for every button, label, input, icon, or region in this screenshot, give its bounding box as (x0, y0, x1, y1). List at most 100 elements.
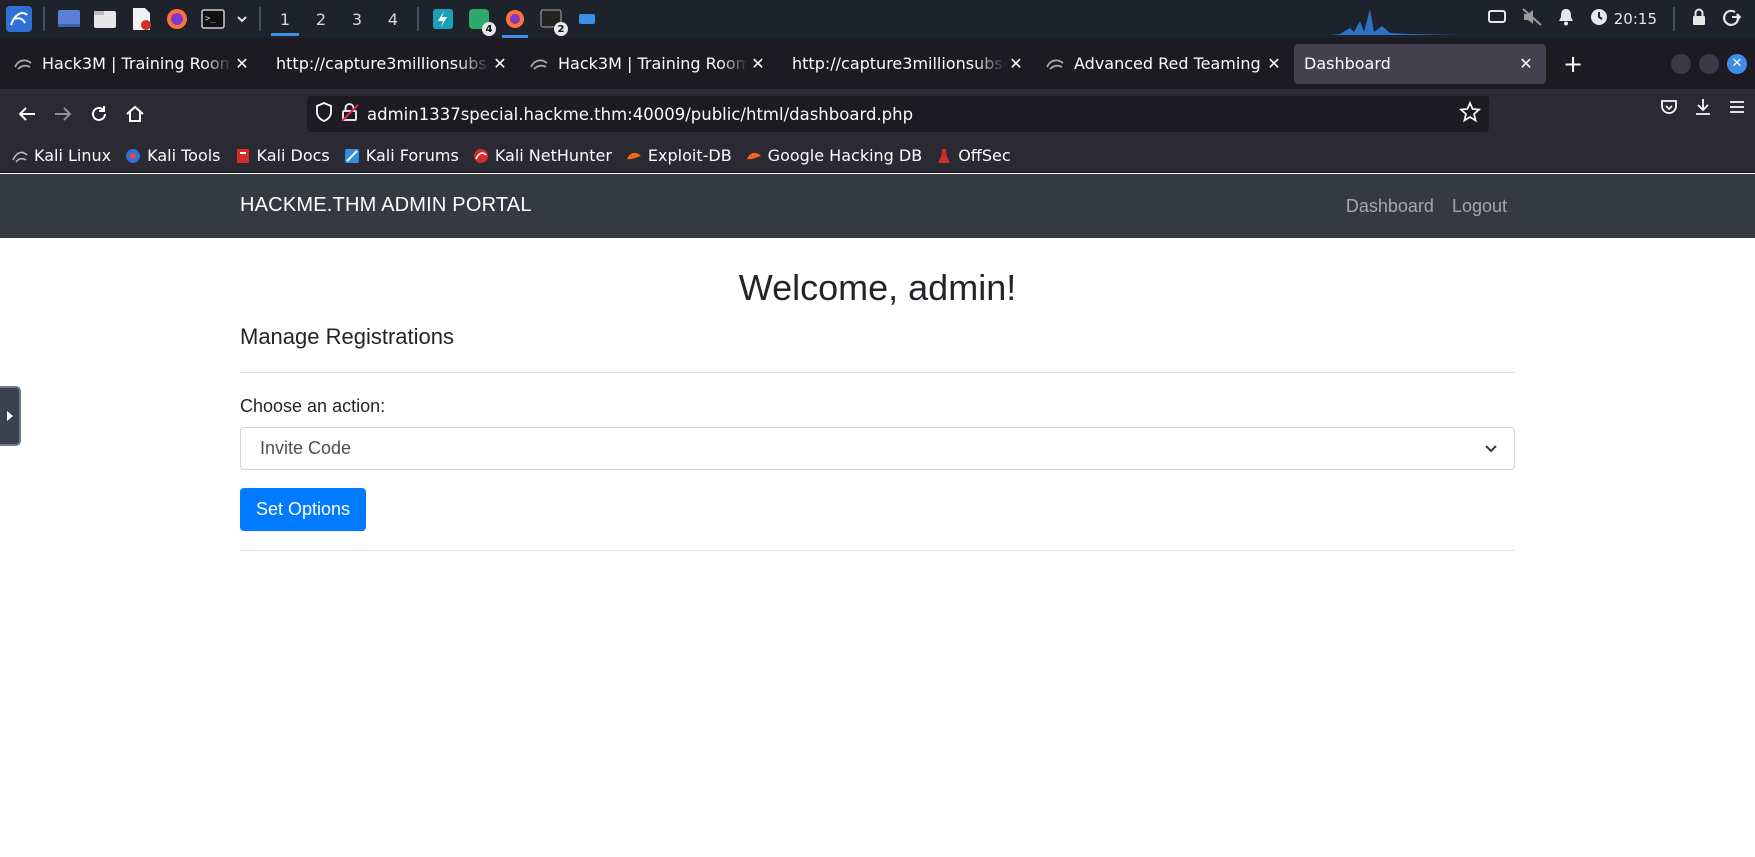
chevron-down-icon (1484, 438, 1498, 459)
minimize-window-button[interactable] (1671, 53, 1691, 74)
tab-capture-1[interactable]: http://capture3millionsubscri ✕ (262, 44, 520, 84)
tray-separator (1673, 7, 1675, 31)
nethunter-icon (473, 148, 488, 163)
kali-forums-icon (344, 148, 359, 163)
bookmark-offsec[interactable]: OffSec (936, 146, 1011, 165)
tab-close-icon[interactable]: ✕ (1516, 54, 1536, 73)
forward-arrow-icon[interactable] (46, 97, 80, 131)
side-panel-handle[interactable] (0, 386, 21, 446)
file-manager-icon[interactable] (90, 4, 120, 34)
bookmark-label: Kali Forums (365, 146, 459, 165)
play-arrow-icon (6, 411, 13, 421)
logout-power-icon[interactable] (1723, 8, 1742, 30)
section-title: Manage Registrations (240, 324, 455, 349)
tab-dashboard[interactable]: Dashboard ✕ (1294, 43, 1546, 84)
insecure-lock-icon[interactable] (341, 102, 359, 126)
workspace-3[interactable]: 3 (339, 0, 375, 38)
system-tray: 20:15 (1487, 7, 1755, 31)
show-desktop-icon[interactable] (54, 4, 84, 34)
terminal-window-icon[interactable]: 2 (536, 4, 568, 36)
app-green-badge: 4 (482, 22, 496, 36)
workspace-4[interactable]: 4 (375, 0, 411, 38)
hack3m-favicon-icon (1046, 58, 1064, 70)
maximize-window-button[interactable] (1699, 53, 1719, 74)
bookmark-star-icon[interactable] (1458, 100, 1482, 127)
taskbar-separator (259, 7, 261, 31)
tab-title: Hack3M | Training Room T (42, 54, 232, 73)
app-lightning-icon[interactable] (428, 4, 458, 34)
terminal-launcher-icon[interactable]: >_ (198, 4, 228, 34)
url-text[interactable]: admin1337special.hackme.thm:40009/public… (367, 105, 913, 124)
action-select-value: Invite Code (260, 438, 352, 458)
tab-hack3m-2[interactable]: Hack3M | Training Room T ✕ (520, 44, 778, 84)
url-bar[interactable]: admin1337special.hackme.thm:40009/public… (307, 96, 1489, 132)
site-brand[interactable]: HACKME.THM ADMIN PORTAL (240, 194, 532, 217)
set-options-button[interactable]: Set Options (240, 488, 366, 531)
workspace-2[interactable]: 2 (303, 0, 339, 38)
site-nav-links: Dashboard Logout (1346, 196, 1507, 217)
firefox-window-icon[interactable] (500, 4, 530, 38)
tab-close-icon[interactable]: ✕ (1264, 54, 1284, 73)
kali-menu-icon[interactable] (4, 4, 34, 34)
terminal-window-badge: 2 (554, 22, 568, 36)
reload-icon[interactable] (82, 97, 116, 131)
tracking-shield-icon[interactable] (315, 102, 333, 126)
clock-time[interactable]: 20:15 (1614, 10, 1657, 28)
nav-link-logout[interactable]: Logout (1452, 196, 1507, 217)
text-editor-icon[interactable] (126, 4, 156, 34)
tab-close-icon[interactable]: ✕ (490, 54, 510, 73)
bookmark-label: Kali Docs (256, 146, 330, 165)
tab-close-icon[interactable]: ✕ (232, 54, 252, 73)
screen-icon[interactable] (1487, 9, 1506, 29)
home-icon[interactable] (118, 97, 152, 131)
kali-dragon-icon (12, 151, 28, 163)
bookmark-kali-docs[interactable]: Kali Docs (235, 146, 330, 165)
hamburger-menu-icon[interactable] (1727, 97, 1747, 121)
chevron-down-icon[interactable] (234, 4, 250, 34)
bookmark-label: Kali Linux (34, 146, 112, 165)
bookmark-kali-forums[interactable]: Kali Forums (344, 146, 459, 165)
divider (240, 372, 1515, 373)
bookmark-kali-nethunter[interactable]: Kali NetHunter (473, 146, 612, 165)
lock-icon[interactable] (1691, 8, 1707, 30)
ghdb-icon (746, 152, 761, 159)
page-title: Welcome, admin! (738, 267, 1017, 308)
offsec-icon (938, 148, 951, 163)
bookmark-google-hacking-db[interactable]: Google Hacking DB (746, 146, 923, 165)
tab-advanced-red-teaming[interactable]: Advanced Red Teaming ✕ (1036, 44, 1294, 84)
notification-bell-icon[interactable] (1558, 8, 1574, 30)
browser-nav-bar: admin1337special.hackme.thm:40009/public… (0, 89, 1755, 139)
tab-capture-2[interactable]: http://capture3millionsubscri ✕ (778, 44, 1036, 84)
workspace-1[interactable]: 1 (267, 0, 303, 38)
bookmark-kali-tools[interactable]: Kali Tools (125, 146, 221, 165)
hack3m-favicon-icon (14, 58, 32, 70)
window-controls: ✕ (1671, 53, 1755, 74)
tab-title: Hack3M | Training Room T (558, 54, 748, 73)
tab-title: Advanced Red Teaming (1074, 54, 1261, 73)
download-icon[interactable] (1693, 97, 1713, 121)
app-green-icon[interactable]: 4 (464, 4, 496, 36)
kali-tools-icon (126, 148, 141, 163)
cpu-graph (1290, 9, 1460, 35)
bookmark-label: Kali NetHunter (494, 146, 612, 165)
bookmark-label: Exploit-DB (647, 146, 732, 165)
action-select[interactable]: Invite Code (240, 427, 1515, 470)
nav-link-dashboard[interactable]: Dashboard (1346, 196, 1434, 217)
pocket-icon[interactable] (1659, 97, 1679, 121)
bookmark-label: Google Hacking DB (767, 146, 923, 165)
back-arrow-icon[interactable] (10, 97, 44, 131)
svg-text:>_: >_ (205, 14, 216, 24)
new-tab-plus-icon[interactable]: + (1556, 47, 1590, 81)
tab-hack3m-1[interactable]: Hack3M | Training Room T ✕ (4, 44, 262, 84)
toolbar-right (1659, 97, 1747, 121)
firefox-launcher-icon[interactable] (162, 4, 192, 34)
bookmark-kali-linux[interactable]: Kali Linux (12, 146, 111, 165)
volume-muted-icon[interactable] (1522, 8, 1542, 30)
tab-close-icon[interactable]: ✕ (1006, 54, 1026, 73)
bookmark-exploit-db[interactable]: Exploit-DB (626, 146, 732, 165)
close-window-button[interactable]: ✕ (1727, 53, 1747, 74)
tab-title: http://capture3millionsubscri (792, 54, 1006, 73)
app-blue-icon[interactable] (572, 4, 602, 34)
bookmark-label: Kali Tools (147, 146, 221, 165)
tab-close-icon[interactable]: ✕ (748, 54, 768, 73)
